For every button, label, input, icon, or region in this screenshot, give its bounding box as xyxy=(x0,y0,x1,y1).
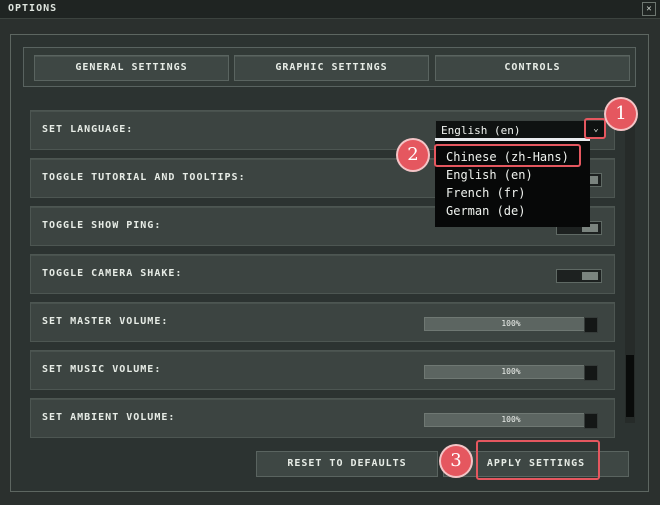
camera-shake-toggle[interactable] xyxy=(556,269,602,283)
language-select[interactable]: English (en) ⌄ xyxy=(435,120,606,139)
reset-to-defaults-button[interactable]: RESET TO DEFAULTS xyxy=(256,451,438,477)
language-label: SET LANGUAGE: xyxy=(42,124,134,135)
step-marker-1: 1 xyxy=(606,99,636,129)
master-volume-label: SET MASTER VOLUME: xyxy=(42,316,169,327)
master-volume-value: 100% xyxy=(501,319,521,328)
ambient-volume-value: 100% xyxy=(501,415,521,424)
tab-graphic-settings[interactable]: GRAPHIC SETTINGS xyxy=(234,55,429,81)
options-panel: GENERAL SETTINGS GRAPHIC SETTINGS CONTRO… xyxy=(10,34,649,492)
music-volume-value: 100% xyxy=(501,367,521,376)
slider-handle[interactable] xyxy=(584,413,598,429)
tab-general-settings[interactable]: GENERAL SETTINGS xyxy=(34,55,229,81)
window-title: OPTIONS xyxy=(8,3,58,14)
tab-controls[interactable]: CONTROLS xyxy=(435,55,630,81)
highlight-chinese-option xyxy=(434,144,581,167)
toggle-knob xyxy=(582,272,598,280)
ambient-volume-slider[interactable]: 100% xyxy=(424,413,598,429)
highlight-dropdown-arrow xyxy=(584,118,606,139)
master-volume-slider[interactable]: 100% xyxy=(424,317,598,333)
music-volume-slider[interactable]: 100% xyxy=(424,365,598,381)
highlight-apply-button xyxy=(476,440,600,480)
language-option-english[interactable]: English (en) xyxy=(446,168,533,182)
language-option-french[interactable]: French (fr) xyxy=(446,186,525,200)
slider-handle[interactable] xyxy=(584,365,598,381)
language-option-german[interactable]: German (de) xyxy=(446,204,525,218)
camera-shake-label: TOGGLE CAMERA SHAKE: xyxy=(42,268,183,279)
language-selected-value: English (en) xyxy=(441,124,521,137)
step-marker-3: 3 xyxy=(441,446,471,476)
step-marker-2: 2 xyxy=(398,140,428,170)
title-bar: OPTIONS ✕ xyxy=(0,0,660,19)
settings-scrollbar[interactable] xyxy=(625,123,635,423)
tutorial-label: TOGGLE TUTORIAL AND TOOLTIPS: xyxy=(42,172,246,183)
slider-handle[interactable] xyxy=(584,317,598,333)
setting-row-master-volume: SET MASTER VOLUME: 100% xyxy=(30,302,615,342)
scrollbar-thumb[interactable] xyxy=(626,355,634,417)
setting-row-music-volume: SET MUSIC VOLUME: 100% xyxy=(30,350,615,390)
tab-bar: GENERAL SETTINGS GRAPHIC SETTINGS CONTRO… xyxy=(23,47,636,87)
music-volume-label: SET MUSIC VOLUME: xyxy=(42,364,162,375)
setting-row-ambient-volume: SET AMBIENT VOLUME: 100% xyxy=(30,398,615,438)
ping-label: TOGGLE SHOW PING: xyxy=(42,220,162,231)
close-icon[interactable]: ✕ xyxy=(642,2,656,16)
ambient-volume-label: SET AMBIENT VOLUME: xyxy=(42,412,176,423)
setting-row-camera-shake: TOGGLE CAMERA SHAKE: xyxy=(30,254,615,294)
